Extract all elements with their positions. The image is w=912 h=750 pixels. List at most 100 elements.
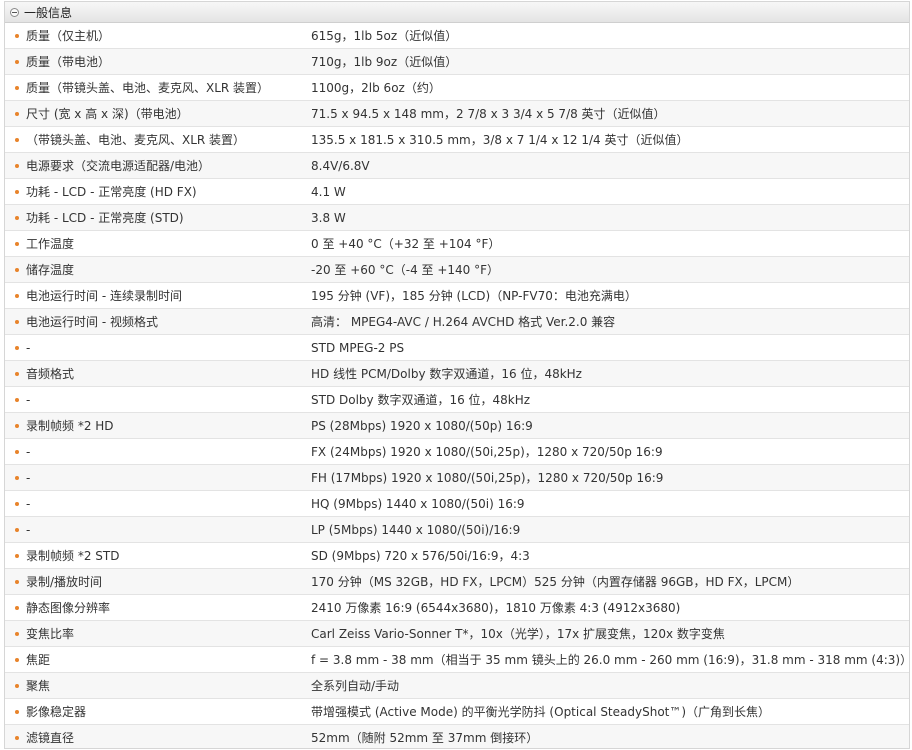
bullet-icon	[15, 215, 19, 220]
table-row: - HQ (9Mbps) 1440 x 1080/(50i) 16:9	[5, 491, 909, 517]
table-row: 录制帧频 *2 STD SD (9Mbps) 720 x 576/50i/16:9…	[5, 543, 909, 569]
spec-label: 质量（带电池）	[26, 55, 111, 69]
spec-label: 功耗 - LCD - 正常亮度 (HD FX)	[26, 185, 197, 199]
spec-value: 高清： MPEG4-AVC / H.264 AVCHD 格式 Ver.2.0 兼…	[311, 315, 616, 329]
bullet-icon	[15, 527, 19, 532]
section-title: 一般信息	[24, 5, 73, 20]
spec-value: 170 分钟（MS 32GB，HD FX，LPCM）525 分钟（内置存储器 9…	[311, 575, 800, 589]
table-row: 焦距 f = 3.8 mm - 38 mm（相当于 35 mm 镜头上的 26.0…	[5, 647, 909, 673]
spec-value: Carl Zeiss Vario-Sonner T*，10x（光学），17x 扩…	[311, 627, 725, 641]
table-row: - FH (17Mbps) 1920 x 1080/(50i,25p)，1280 …	[5, 465, 909, 491]
table-row: 储存温度 -20 至 +60 °C（-4 至 +140 °F）	[5, 257, 909, 283]
table-row: 功耗 - LCD - 正常亮度 (HD FX) 4.1 W	[5, 179, 909, 205]
spec-label: 质量（仅主机）	[26, 29, 111, 43]
spec-label: 功耗 - LCD - 正常亮度 (STD)	[26, 211, 184, 225]
spec-value: 3.8 W	[311, 210, 346, 225]
table-row: 滤镜直径 52mm（随附 52mm 至 37mm 倒接环）	[5, 725, 909, 748]
spec-label: 焦距	[26, 653, 51, 667]
spec-value: 710g，1lb 9oz（近似值）	[311, 55, 458, 69]
spec-label: 静态图像分辨率	[26, 601, 111, 615]
table-row: 电池运行时间 - 连续录制时间 195 分钟 (VF)，185 分钟 (LCD)（…	[5, 283, 909, 309]
bullet-icon	[15, 85, 19, 90]
bullet-icon	[15, 345, 19, 350]
spec-value: 135.5 x 181.5 x 310.5 mm，3/8 x 7 1/4 x 1…	[311, 133, 689, 147]
spec-value: FX (24Mbps) 1920 x 1080/(50i,25p)，1280 x…	[311, 445, 663, 459]
bullet-icon	[15, 449, 19, 454]
spec-label: 储存温度	[26, 263, 75, 277]
bullet-icon	[15, 267, 19, 272]
spec-label: -	[26, 392, 31, 407]
spec-value: HQ (9Mbps) 1440 x 1080/(50i) 16:9	[311, 496, 525, 511]
table-row: 静态图像分辨率 2410 万像素 16:9 (6544x3680)，1810 万像…	[5, 595, 909, 621]
bullet-icon	[15, 579, 19, 584]
spec-table: 质量（仅主机） 615g，1lb 5oz（近似值） 质量（带电池） 710g，1lb …	[5, 23, 909, 748]
spec-label: -	[26, 470, 31, 485]
spec-value: 1100g，2lb 6oz（约）	[311, 81, 441, 95]
collapse-minus-icon[interactable]	[10, 7, 19, 17]
spec-label: 电池运行时间 - 连续录制时间	[26, 289, 182, 303]
spec-label: 变焦比率	[26, 627, 75, 641]
table-row: 质量（带镜头盖、电池、麦克风、XLR 装置） 1100g，2lb 6oz（约）	[5, 75, 909, 101]
spec-value: 615g，1lb 5oz（近似值）	[311, 29, 458, 43]
bullet-icon	[15, 709, 19, 714]
table-row: 电源要求（交流电源适配器/电池） 8.4V/6.8V	[5, 153, 909, 179]
table-row: 变焦比率 Carl Zeiss Vario-Sonner T*，10x（光学），1…	[5, 621, 909, 647]
bullet-icon	[15, 423, 19, 428]
spec-label: 电源要求（交流电源适配器/电池）	[26, 159, 211, 173]
table-row: 音频格式 HD 线性 PCM/Dolby 数字双通道，16 位，48kHz	[5, 361, 909, 387]
spec-label: 录制帧频 *2 HD	[26, 419, 114, 433]
bullet-icon	[15, 735, 19, 740]
spec-value: STD MPEG-2 PS	[311, 340, 405, 355]
spec-label: 工作温度	[26, 237, 75, 251]
spec-value: LP (5Mbps) 1440 x 1080/(50i)/16:9	[311, 522, 521, 537]
bullet-icon	[15, 241, 19, 246]
table-row: - STD MPEG-2 PS	[5, 335, 909, 361]
spec-label: -	[26, 522, 31, 537]
spec-label: 质量（带镜头盖、电池、麦克风、XLR 装置）	[26, 81, 270, 95]
spec-label: （带镜头盖、电池、麦克风、XLR 装置）	[26, 133, 246, 147]
spec-label: 滤镜直径	[26, 731, 75, 745]
spec-label: 聚焦	[26, 679, 51, 693]
spec-label: 音频格式	[26, 367, 75, 381]
bullet-icon	[15, 293, 19, 298]
spec-value: SD (9Mbps) 720 x 576/50i/16:9，4:3	[311, 549, 530, 563]
spec-value: 52mm（随附 52mm 至 37mm 倒接环）	[311, 731, 539, 745]
bullet-icon	[15, 137, 19, 142]
section-header[interactable]: 一般信息	[5, 2, 909, 23]
spec-value: PS (28Mbps) 1920 x 1080/(50p) 16:9	[311, 418, 533, 433]
table-row: 录制/播放时间 170 分钟（MS 32GB，HD FX，LPCM）525 分钟（…	[5, 569, 909, 595]
spec-label: 电池运行时间 - 视频格式	[26, 315, 158, 329]
spec-value: 71.5 x 94.5 x 148 mm，2 7/8 x 3 3/4 x 5 7…	[311, 107, 666, 121]
spec-value: 带增强模式 (Active Mode) 的平衡光学防抖 (Optical Ste…	[311, 705, 771, 719]
bullet-icon	[15, 163, 19, 168]
table-row: - LP (5Mbps) 1440 x 1080/(50i)/16:9	[5, 517, 909, 543]
spec-value: 195 分钟 (VF)，185 分钟 (LCD)（NP-FV70：电池充满电）	[311, 289, 637, 303]
bullet-icon	[15, 371, 19, 376]
spec-value: HD 线性 PCM/Dolby 数字双通道，16 位，48kHz	[311, 367, 582, 381]
table-row: 功耗 - LCD - 正常亮度 (STD) 3.8 W	[5, 205, 909, 231]
table-row: - FX (24Mbps) 1920 x 1080/(50i,25p)，1280 …	[5, 439, 909, 465]
table-row: 电池运行时间 - 视频格式 高清： MPEG4-AVC / H.264 AVCHD…	[5, 309, 909, 335]
bullet-icon	[15, 319, 19, 324]
spec-label: -	[26, 496, 31, 511]
spec-panel: 一般信息 质量（仅主机） 615g，1lb 5oz（近似值） 质量（带电池） 710g…	[4, 1, 910, 749]
bullet-icon	[15, 501, 19, 506]
spec-value: -20 至 +60 °C（-4 至 +140 °F）	[311, 263, 500, 277]
spec-label: -	[26, 444, 31, 459]
table-row: 工作温度 0 至 +40 °C（+32 至 +104 °F）	[5, 231, 909, 257]
table-row: - STD Dolby 数字双通道，16 位，48kHz	[5, 387, 909, 413]
bullet-icon	[15, 189, 19, 194]
bullet-icon	[15, 59, 19, 64]
bullet-icon	[15, 657, 19, 662]
spec-value: 全系列自动/手动	[311, 679, 400, 693]
bullet-icon	[15, 397, 19, 402]
table-row: 聚焦 全系列自动/手动	[5, 673, 909, 699]
spec-value: FH (17Mbps) 1920 x 1080/(50i,25p)，1280 x…	[311, 471, 664, 485]
spec-label: 录制/播放时间	[26, 575, 103, 589]
table-row: 录制帧频 *2 HD PS (28Mbps) 1920 x 1080/(50p) …	[5, 413, 909, 439]
bullet-icon	[15, 631, 19, 636]
table-row: （带镜头盖、电池、麦克风、XLR 装置） 135.5 x 181.5 x 310.…	[5, 127, 909, 153]
table-row: 尺寸 (宽 x 高 x 深)（带电池） 71.5 x 94.5 x 148 mm，…	[5, 101, 909, 127]
bullet-icon	[15, 33, 19, 38]
bullet-icon	[15, 605, 19, 610]
